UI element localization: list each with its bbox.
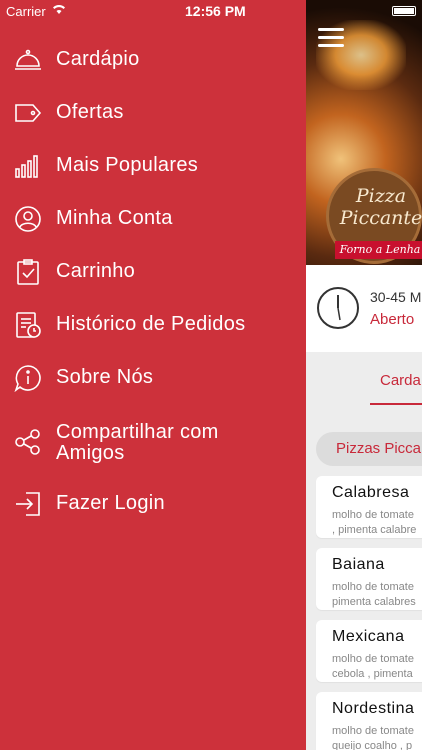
menu-item-label: Histórico de Pedidos — [56, 313, 246, 335]
tab-indicator — [370, 403, 422, 405]
cart-icon — [17, 259, 39, 285]
restaurant-logo: Pizza Piccante Forno a Lenha — [326, 168, 422, 264]
status-time: 12:56 PM — [185, 3, 246, 19]
menu-item-label: Ofertas — [56, 101, 124, 123]
menu-item-cardapio[interactable]: Cardápio — [0, 36, 306, 84]
tab-cardapio[interactable]: Carda — [380, 372, 421, 389]
menu-item-sobre-nos[interactable]: Sobre Nós — [0, 354, 306, 402]
product-name: Baiana — [332, 556, 385, 573]
menu-item-label: Sobre Nós — [56, 366, 154, 388]
menu-item-label: Minha Conta — [56, 207, 173, 229]
menu-item-mais-populares[interactable]: Mais Populares — [0, 142, 306, 190]
category-pill[interactable]: Pizzas Picca — [316, 432, 422, 466]
bar-chart-icon — [15, 155, 38, 178]
menu-item-label: Mais Populares — [56, 154, 199, 176]
product-desc: molho de tomate, pimenta calabre — [332, 509, 417, 536]
status-bar: Carrier 12:56 PM — [0, 0, 422, 22]
menu-item-label: Carrinho — [56, 260, 136, 282]
menu-item-ofertas[interactable]: Ofertas — [0, 89, 306, 137]
battery-icon — [392, 6, 416, 16]
side-drawer: Cardápio Ofertas Mais Populares Minha Co… — [0, 0, 306, 750]
login-icon — [16, 492, 40, 516]
share-icon — [15, 429, 40, 455]
cloche-icon — [15, 49, 41, 70]
menu-item-label: Compartilhar com Amigos — [56, 421, 219, 464]
product-card[interactable]: Mexicana molho de tomate cebola , pimenta — [316, 620, 422, 682]
clock-icon — [317, 287, 359, 329]
tag-icon — [15, 104, 42, 122]
carrier-label: Carrier — [6, 4, 46, 19]
product-name: Calabresa — [332, 484, 410, 501]
product-desc: molho de tomate queijo coalho , p — [332, 725, 414, 750]
product-name: Nordestina — [332, 700, 415, 717]
product-desc: molho de tomate cebola , pimenta — [332, 653, 414, 680]
menu-item-compartilhar[interactable]: Compartilhar com Amigos — [0, 418, 306, 466]
product-card[interactable]: Nordestina molho de tomate queijo coalho … — [316, 692, 422, 750]
app-screen: Pizza Piccante Forno a Lenha 30-45 M Abe… — [306, 0, 422, 750]
menu-item-fazer-login[interactable]: Fazer Login — [0, 480, 306, 528]
open-status: Aberto — [370, 311, 415, 328]
history-icon — [16, 312, 41, 338]
menu-item-minha-conta[interactable]: Minha Conta — [0, 195, 306, 243]
wifi-icon — [53, 5, 65, 14]
menu-item-historico[interactable]: Histórico de Pedidos — [0, 301, 306, 349]
logo-line2: Piccante — [339, 207, 422, 229]
info-icon — [14, 365, 41, 392]
menu-item-label: Fazer Login — [56, 492, 165, 514]
product-name: Mexicana — [332, 628, 405, 645]
user-icon — [15, 206, 41, 232]
delivery-time: 30-45 M — [370, 289, 422, 305]
logo-ribbon: Forno a Lenha — [335, 241, 422, 259]
menu-item-label: Cardápio — [56, 48, 140, 70]
product-card[interactable]: Calabresa molho de tomate, pimenta calab… — [316, 476, 422, 538]
logo-line1: Pizza — [355, 185, 407, 207]
hamburger-menu-icon[interactable] — [318, 28, 344, 48]
menu-item-carrinho[interactable]: Carrinho — [0, 248, 306, 296]
product-card[interactable]: Baiana molho de tomate pimenta calabres — [316, 548, 422, 610]
product-desc: molho de tomate pimenta calabres — [332, 581, 416, 608]
